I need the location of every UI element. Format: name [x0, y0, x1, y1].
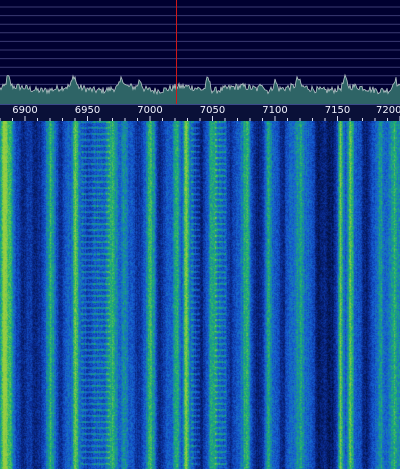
waterfall-panel[interactable]	[0, 121, 400, 469]
spectrum-panel[interactable]	[0, 0, 400, 104]
freq-label-6950: 6950	[74, 105, 101, 116]
freq-label-7200: 7200	[376, 105, 400, 116]
freq-label-7100: 7100	[262, 105, 288, 116]
tuning-marker[interactable]	[176, 0, 177, 104]
freq-label-7000: 7000	[137, 105, 163, 116]
frequency-scale[interactable]: 6900 6950 7000 7050 7100 7150 7200	[0, 104, 400, 122]
freq-label-7050: 7050	[199, 105, 226, 116]
sdr-display: 6900 6950 7000 7050 7100 7150 7200	[0, 0, 400, 469]
freq-label-6900: 6900	[12, 105, 38, 116]
freq-label-7150: 7150	[324, 105, 351, 116]
